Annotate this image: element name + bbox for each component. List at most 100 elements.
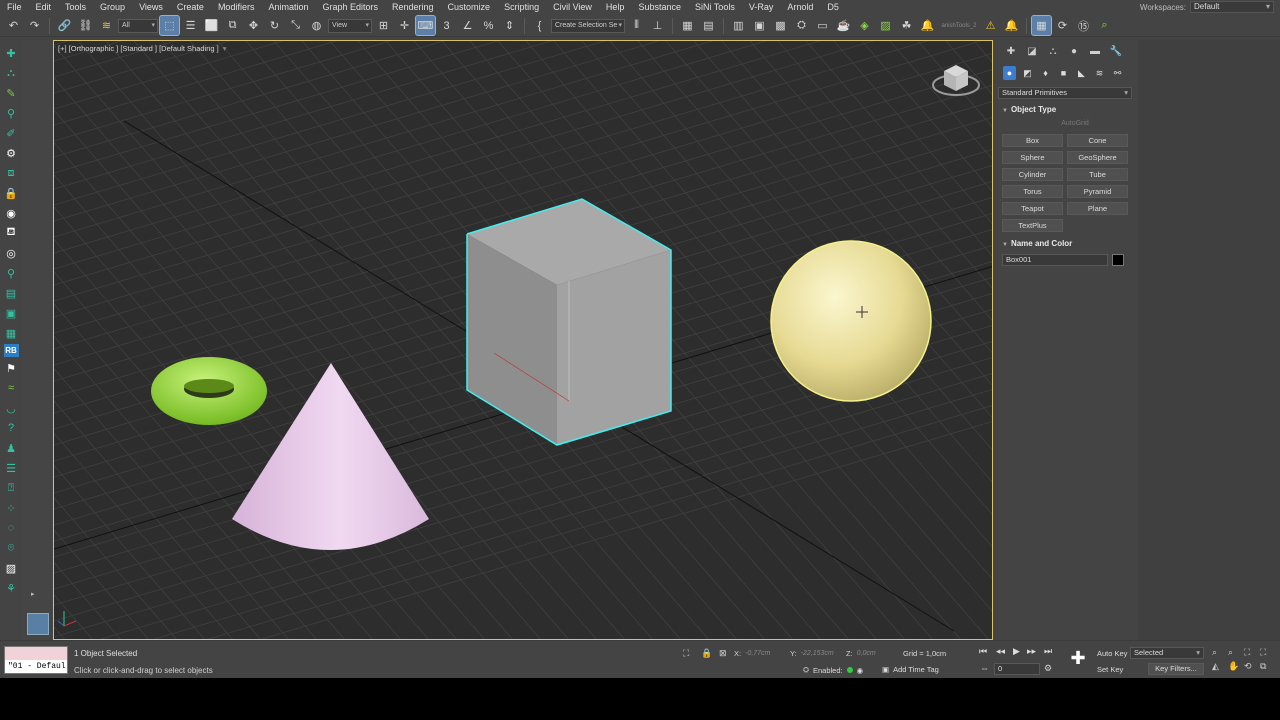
redo-icon[interactable]: ↷	[25, 16, 44, 35]
search-icon[interactable]: ⌕	[1095, 16, 1114, 35]
coord-x-value[interactable]: -0,77cm	[745, 650, 770, 657]
menu-sini-tools[interactable]: SiNi Tools	[688, 0, 742, 14]
arnold-icon[interactable]: ☘	[897, 16, 916, 35]
perspective-viewport[interactable]: [+] [Orthographic ] [Standard ] [Default…	[53, 40, 993, 640]
bind-space-warp-icon[interactable]: ≋	[97, 16, 116, 35]
place-icon[interactable]: ◍	[307, 16, 326, 35]
key-filters-button[interactable]: Key Filters...	[1148, 663, 1204, 675]
select-by-name-icon[interactable]: ☰	[181, 16, 200, 35]
object-type-header[interactable]: ▼ Object Type	[998, 104, 1132, 116]
box-object[interactable]	[466, 198, 672, 446]
menu-views[interactable]: Views	[132, 0, 170, 14]
paint-bucket-icon[interactable]: ⛾	[3, 224, 20, 242]
autogrid-checkbox[interactable]: AutoGrid	[1018, 118, 1132, 130]
reference-coord-select[interactable]: View ▾	[328, 18, 372, 33]
torus-button[interactable]: Torus	[1002, 185, 1063, 198]
utilities-tab-icon[interactable]: 🔧	[1109, 44, 1123, 58]
move-icon[interactable]: ✥	[244, 16, 263, 35]
maxscript-listener[interactable]: "01 - Defaul	[4, 646, 68, 674]
zoom-all-icon[interactable]: ⌕	[1228, 647, 1244, 658]
time-settings-icon[interactable]: ⚙	[1044, 663, 1052, 674]
viewport-scene[interactable]	[54, 41, 993, 640]
menu-substance[interactable]: Substance	[631, 0, 688, 14]
pin-icon[interactable]: ⚲	[3, 264, 20, 282]
rotate-icon[interactable]: ↻	[265, 16, 284, 35]
list-icon[interactable]: ☰	[3, 459, 20, 477]
time-config-icon[interactable]: ⇔	[980, 663, 989, 673]
next-frame-icon[interactable]: ▸▸	[1027, 646, 1036, 657]
warning-icon[interactable]: ⚠	[981, 16, 1000, 35]
panel-icon[interactable]: ▣	[3, 304, 20, 322]
dots-icon[interactable]: ⁘	[3, 499, 20, 517]
vray-icon[interactable]: ◈	[855, 16, 874, 35]
sphere-object[interactable]	[770, 240, 932, 402]
render-icon[interactable]: ☕	[834, 16, 853, 35]
viewport-label[interactable]: [+] [Orthographic ] [Standard ] [Default…	[58, 44, 227, 53]
selection-lock-icon[interactable]: 🔒	[701, 648, 712, 659]
adaptive-degradation[interactable]: ⛭ Enabled: ◉	[803, 665, 863, 675]
question-icon[interactable]: ⍰	[3, 479, 20, 497]
zoom-icon[interactable]: ⌕	[1212, 647, 1228, 658]
light-icon[interactable]: ⚲	[3, 104, 20, 122]
layer-explorer-icon[interactable]: ▤	[699, 16, 718, 35]
primitive-category-select[interactable]: Standard Primitives ▾	[998, 87, 1132, 99]
create-plus-icon[interactable]: ✚	[3, 44, 20, 62]
schematic-view-icon[interactable]: ▣	[750, 16, 769, 35]
rendered-frame-icon[interactable]: ▭	[813, 16, 832, 35]
menu-graph-editors[interactable]: Graph Editors	[315, 0, 385, 14]
selection-filter-select[interactable]: All ▾	[118, 18, 158, 33]
maxscript-output[interactable]: "01 - Defaul	[5, 660, 67, 673]
bookmark-icon[interactable]: ⚑	[3, 359, 20, 377]
current-frame-input[interactable]: 0	[994, 663, 1040, 675]
object-name-input[interactable]: Box001	[1002, 254, 1108, 266]
coord-z[interactable]: Z: 0,0cm	[846, 649, 876, 658]
named-selection-select[interactable]: Create Selection Se ▾	[551, 18, 625, 33]
select-manipulate-icon[interactable]: ✛	[395, 16, 414, 35]
align-icon[interactable]: ⊥	[648, 16, 667, 35]
geosphere-button[interactable]: GeoSphere	[1067, 151, 1128, 164]
gear-icon[interactable]: ⚙	[3, 144, 20, 162]
lights-icon[interactable]: ♦	[1039, 66, 1052, 80]
menu-rendering[interactable]: Rendering	[385, 0, 441, 14]
angle-snap-icon[interactable]: ∠	[458, 16, 477, 35]
torus-object[interactable]	[151, 357, 267, 425]
sini-bell-icon[interactable]: 🔔	[918, 16, 937, 35]
geometry-icon[interactable]: ●	[1003, 66, 1016, 80]
modify-tab-icon[interactable]: ◪	[1025, 44, 1039, 58]
paint-icon[interactable]: ✐	[3, 124, 20, 142]
menu-arnold[interactable]: Arnold	[780, 0, 820, 14]
box-button[interactable]: Box	[1002, 134, 1063, 147]
menu-group[interactable]: Group	[93, 0, 132, 14]
play-icon[interactable]: ▶	[1013, 646, 1020, 657]
undo-icon[interactable]: ↶	[4, 16, 23, 35]
help-icon[interactable]: ?	[3, 419, 20, 437]
maximize-viewport-icon[interactable]: ⧉	[1260, 661, 1276, 672]
edit-named-selection-icon[interactable]: {	[530, 16, 549, 35]
pivot-icon[interactable]: ⊞	[374, 16, 393, 35]
material-thumbnail[interactable]	[27, 613, 49, 635]
hierarchy-tab-icon[interactable]: ⛬	[1046, 44, 1060, 58]
key-selection-select[interactable]: Selected ▾	[1130, 647, 1204, 659]
select-object-icon[interactable]: ⬚	[159, 15, 180, 36]
isolate-icon[interactable]: ⛶	[683, 648, 689, 659]
count-icon[interactable]: ⑮	[1074, 16, 1093, 35]
cameras-icon[interactable]: ■	[1057, 66, 1070, 80]
menu-edit[interactable]: Edit	[29, 0, 59, 14]
menu-animation[interactable]: Animation	[261, 0, 315, 14]
add-time-tag[interactable]: ▣ Add Time Tag	[882, 665, 939, 674]
spinner-snap-icon[interactable]: ⇕	[500, 16, 519, 35]
helpers-icon[interactable]: ◣	[1075, 66, 1088, 80]
display-tab-icon[interactable]: ▬	[1088, 44, 1102, 58]
menu-d5[interactable]: D5	[820, 0, 846, 14]
pyramid-button[interactable]: Pyramid	[1067, 185, 1128, 198]
sphere-button[interactable]: Sphere	[1002, 151, 1063, 164]
coord-y-value[interactable]: -22,153cm	[801, 650, 834, 657]
zoom-extents-icon[interactable]: ⛶	[1244, 647, 1260, 658]
render-production-icon[interactable]: ▨	[876, 16, 895, 35]
menu-modifiers[interactable]: Modifiers	[211, 0, 262, 14]
coord-y[interactable]: Y: -22,153cm	[790, 649, 834, 658]
field-of-view-icon[interactable]: ◭	[1212, 661, 1228, 672]
maxscript-input[interactable]	[5, 647, 67, 660]
cylinder-button[interactable]: Cylinder	[1002, 168, 1063, 181]
tube-icon[interactable]: ◎	[3, 244, 20, 262]
